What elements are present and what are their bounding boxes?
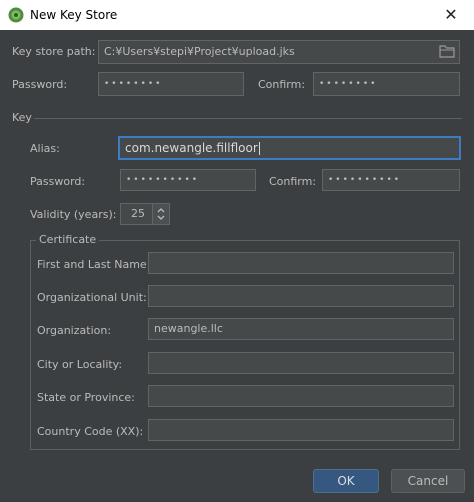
window-title: New Key Store (30, 8, 118, 22)
cancel-button[interactable]: Cancel (391, 469, 465, 493)
key-password-field[interactable]: •••••••••• (120, 169, 256, 191)
validity-spinner[interactable]: 25 (120, 203, 170, 225)
spinner-arrows[interactable] (152, 204, 169, 224)
text-caret (258, 142, 260, 155)
folder-icon[interactable] (439, 44, 455, 58)
cert-field-country[interactable] (148, 419, 454, 441)
cert-field-state[interactable] (148, 385, 454, 407)
cert-label-org-unit: Organizational Unit: (37, 291, 147, 304)
ok-button[interactable]: OK (313, 469, 379, 493)
cert-label-country: Country Code (XX): (37, 425, 144, 438)
key-confirm-label: Confirm: (269, 175, 317, 188)
cert-field-org-unit[interactable] (148, 285, 454, 307)
chevron-down-icon (157, 215, 165, 220)
keystore-path-field[interactable]: C:¥Users¥stepi¥Project¥upload.jks (98, 40, 460, 64)
keystore-path-label: Key store path: (12, 45, 96, 58)
keystore-path-value: C:¥Users¥stepi¥Project¥upload.jks (104, 45, 295, 58)
close-icon: ✕ (444, 5, 458, 24)
close-button[interactable]: ✕ (428, 0, 474, 30)
validity-value: 25 (131, 207, 145, 220)
cert-label-name: First and Last Name: (37, 258, 151, 271)
cert-label-organization: Organization: (37, 324, 112, 337)
alias-value: com.newangle.fillfloor (125, 141, 258, 155)
keystore-password-field[interactable]: •••••••• (98, 72, 244, 96)
alias-label: Alias: (30, 142, 60, 155)
android-studio-icon (8, 7, 24, 23)
key-section-label: Key (12, 111, 32, 124)
title-bar: New Key Store ✕ (0, 0, 474, 30)
key-confirm-field[interactable]: •••••••••• (322, 169, 460, 191)
cert-label-state: State or Province: (37, 391, 135, 404)
chevron-up-icon (157, 208, 165, 213)
cert-field-name[interactable] (148, 252, 454, 274)
keystore-password-label: Password: (12, 78, 68, 91)
key-password-label: Password: (30, 175, 86, 188)
validity-label: Validity (years): (30, 208, 117, 221)
alias-field[interactable]: com.newangle.fillfloor (118, 136, 461, 160)
cert-label-city: City or Locality: (37, 358, 123, 371)
certificate-section-label: Certificate (36, 233, 100, 246)
keystore-confirm-field[interactable]: •••••••• (313, 72, 460, 96)
keystore-confirm-label: Confirm: (258, 78, 306, 91)
cert-field-city[interactable] (148, 352, 454, 374)
key-section-divider (34, 118, 462, 119)
cert-field-organization[interactable]: newangle.llc (148, 318, 454, 340)
